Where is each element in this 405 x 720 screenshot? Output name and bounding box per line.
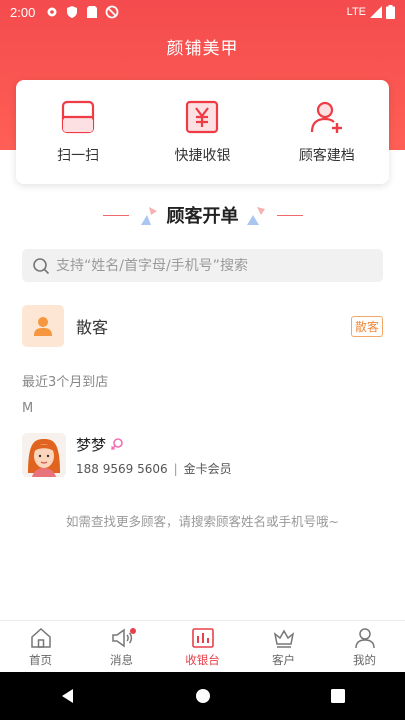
settings-icon xyxy=(47,7,57,17)
index-letter: M xyxy=(22,401,34,416)
tab-messages-label: 消息 xyxy=(110,652,133,667)
status-bar: 2:00 LTE xyxy=(0,0,405,24)
decor-triangles-icon xyxy=(246,207,265,225)
female-avatar-icon xyxy=(22,433,66,477)
member-details: 188 9569 5606 | 金卡会员 xyxy=(76,460,232,477)
crown-icon xyxy=(273,628,294,648)
page-title: 颜铺美甲 xyxy=(166,39,239,59)
member-info: 梦梦 188 9569 5606 | 金卡会员 xyxy=(76,434,232,477)
recents-icon[interactable] xyxy=(329,687,347,705)
divider-line xyxy=(276,214,303,216)
tab-customers[interactable]: 客户 xyxy=(243,621,324,672)
decor-triangles-icon xyxy=(140,207,157,225)
scan-label: 扫一扫 xyxy=(57,148,100,164)
add-user-icon xyxy=(310,101,342,133)
member-name: 梦梦 xyxy=(76,435,107,454)
female-gender-icon xyxy=(110,438,123,451)
status-right: LTE xyxy=(347,5,395,19)
tab-home[interactable]: 首页 xyxy=(0,621,81,672)
tab-home-label: 首页 xyxy=(29,652,52,667)
bar-chart-icon xyxy=(191,627,214,648)
search-hint: 如需查找更多顾客，请搜索顾客姓名或手机号哦~ xyxy=(66,514,339,529)
quick-checkout-button[interactable]: 快捷收银 xyxy=(147,99,257,165)
tab-messages[interactable]: 消息 xyxy=(81,621,162,672)
walk-in-avatar xyxy=(22,305,64,347)
tab-profile[interactable]: 我的 xyxy=(324,621,405,672)
system-nav-bar xyxy=(0,672,405,720)
member-row[interactable]: 梦梦 188 9569 5606 | 金卡会员 xyxy=(22,432,383,478)
search-input[interactable] xyxy=(56,257,366,274)
section-title: 顾客开单 xyxy=(166,206,239,227)
signal-icon xyxy=(370,6,382,18)
battery-icon xyxy=(386,5,395,19)
member-phone: 188 9569 5606 xyxy=(76,461,168,476)
tab-customers-label: 客户 xyxy=(272,652,295,667)
user-icon xyxy=(354,627,375,648)
section-header: 顾客开单 xyxy=(0,198,405,232)
quick-actions-card: 扫一扫 快捷收银 顾客建档 xyxy=(16,80,389,184)
member-level: 金卡会员 xyxy=(183,461,232,476)
search-icon xyxy=(33,257,50,274)
tab-cashier-label: 收银台 xyxy=(185,652,220,667)
recent-visits-heading: 最近3个月到店 xyxy=(22,375,109,390)
walk-in-tag: 散客 xyxy=(350,315,383,337)
scan-button[interactable]: 扫一扫 xyxy=(23,99,133,165)
member-name-line: 梦梦 xyxy=(76,434,232,455)
tab-profile-label: 我的 xyxy=(353,652,376,667)
network-label: LTE xyxy=(346,6,366,18)
status-time: 2:00 xyxy=(10,4,36,20)
walk-in-name: 散客 xyxy=(76,318,109,337)
home-button-icon[interactable] xyxy=(194,687,212,705)
member-separator: | xyxy=(173,461,178,476)
shield-icon xyxy=(67,6,78,18)
yuan-icon xyxy=(186,100,219,134)
create-customer-label: 顾客建档 xyxy=(298,148,355,164)
member-avatar xyxy=(22,433,66,477)
tab-cashier[interactable]: 收银台 xyxy=(162,621,243,672)
scan-icon xyxy=(62,100,95,134)
notification-dot xyxy=(130,628,136,634)
home-icon xyxy=(30,627,51,648)
do-not-disturb-icon xyxy=(105,5,119,19)
user-icon xyxy=(34,317,52,336)
back-icon[interactable] xyxy=(59,687,77,705)
divider-line xyxy=(102,214,129,216)
search-bar[interactable] xyxy=(22,249,383,282)
sd-card-icon xyxy=(87,6,98,18)
create-customer-button[interactable]: 顾客建档 xyxy=(272,99,382,165)
bottom-tab-bar: 首页 消息 收银台 客户 我的 xyxy=(0,620,405,672)
quick-checkout-label: 快捷收银 xyxy=(174,148,231,164)
walk-in-customer-row[interactable]: 散客 散客 xyxy=(22,305,383,347)
